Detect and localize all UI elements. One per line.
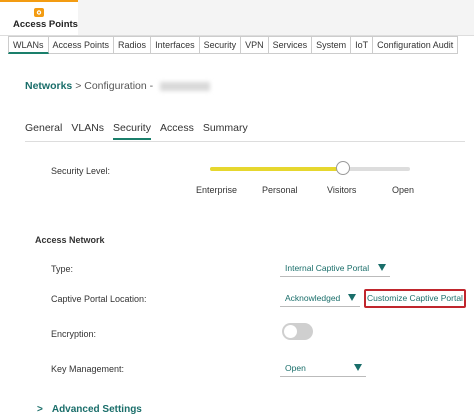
encryption-toggle[interactable] — [282, 323, 313, 340]
subnav-security[interactable]: Security — [199, 36, 242, 54]
app-title: Access Points — [13, 19, 78, 30]
breadcrumb-networks-link[interactable]: Networks — [25, 80, 72, 92]
access-points-tab[interactable]: Access Points — [0, 0, 78, 35]
top-bar: Access Points — [0, 0, 474, 36]
access-network-heading: Access Network — [35, 235, 105, 245]
subnav-wlans[interactable]: WLANs — [8, 36, 49, 54]
type-select[interactable]: Internal Captive Portal — [280, 259, 390, 277]
toggle-knob — [284, 325, 297, 338]
slider-thumb[interactable] — [336, 161, 350, 175]
subnav-iot[interactable]: IoT — [351, 36, 374, 54]
subnav-interfaces[interactable]: Interfaces — [151, 36, 200, 54]
key-management-select[interactable]: Open — [280, 359, 366, 377]
chevron-right-icon: > — [37, 404, 43, 415]
encryption-label: Encryption: — [51, 329, 97, 339]
chevron-down-icon — [378, 264, 386, 271]
type-select-value: Internal Captive Portal — [285, 263, 370, 273]
level-visitors[interactable]: Visitors — [327, 185, 356, 195]
subnav-access-points[interactable]: Access Points — [48, 36, 115, 54]
tab-vlans[interactable]: VLANs — [71, 122, 104, 140]
chevron-down-icon — [348, 294, 356, 301]
subnav-vpn[interactable]: VPN — [241, 36, 269, 54]
tab-access[interactable]: Access — [160, 122, 194, 140]
slider-fill — [210, 167, 343, 171]
security-level-slider[interactable] — [210, 161, 410, 175]
subnav-system[interactable]: System — [312, 36, 352, 54]
redacted-network-name — [160, 81, 211, 91]
subnav-services[interactable]: Services — [268, 36, 313, 54]
level-open[interactable]: Open — [392, 185, 414, 195]
chevron-down-icon — [354, 364, 362, 371]
type-label: Type: — [51, 264, 74, 274]
tabs-divider — [25, 141, 465, 142]
tab-security[interactable]: Security — [113, 122, 151, 140]
captive-portal-location-select[interactable]: Acknowledged — [280, 289, 360, 307]
breadcrumb-separator: > — [75, 80, 82, 92]
subnav-radios[interactable]: Radios — [114, 36, 152, 54]
captive-portal-location-label: Captive Portal Location: — [51, 294, 147, 304]
advanced-settings-label: Advanced Settings — [51, 404, 142, 415]
breadcrumb-configuration: Configuration - — [84, 80, 154, 92]
key-management-label: Key Management: — [51, 364, 125, 374]
level-personal[interactable]: Personal — [262, 185, 298, 195]
config-tabs: General VLANs Security Access Summary — [25, 122, 257, 140]
key-management-value: Open — [285, 363, 306, 373]
advanced-settings-toggle[interactable]: > Advanced Settings — [37, 404, 142, 415]
breadcrumb: Networks > Configuration - — [25, 80, 211, 92]
level-enterprise[interactable]: Enterprise — [196, 185, 237, 195]
customize-captive-portal-link[interactable]: Customize Captive Portal — [364, 289, 466, 308]
sub-navigation: WLANs Access Points Radios Interfaces Se… — [8, 36, 459, 54]
location-select-value: Acknowledged — [285, 293, 341, 303]
tab-general[interactable]: General — [25, 122, 62, 140]
access-point-icon — [34, 8, 44, 17]
subnav-configuration-audit[interactable]: Configuration Audit — [373, 36, 459, 54]
security-level-label: Security Level: — [51, 166, 111, 176]
tab-summary[interactable]: Summary — [203, 122, 248, 140]
